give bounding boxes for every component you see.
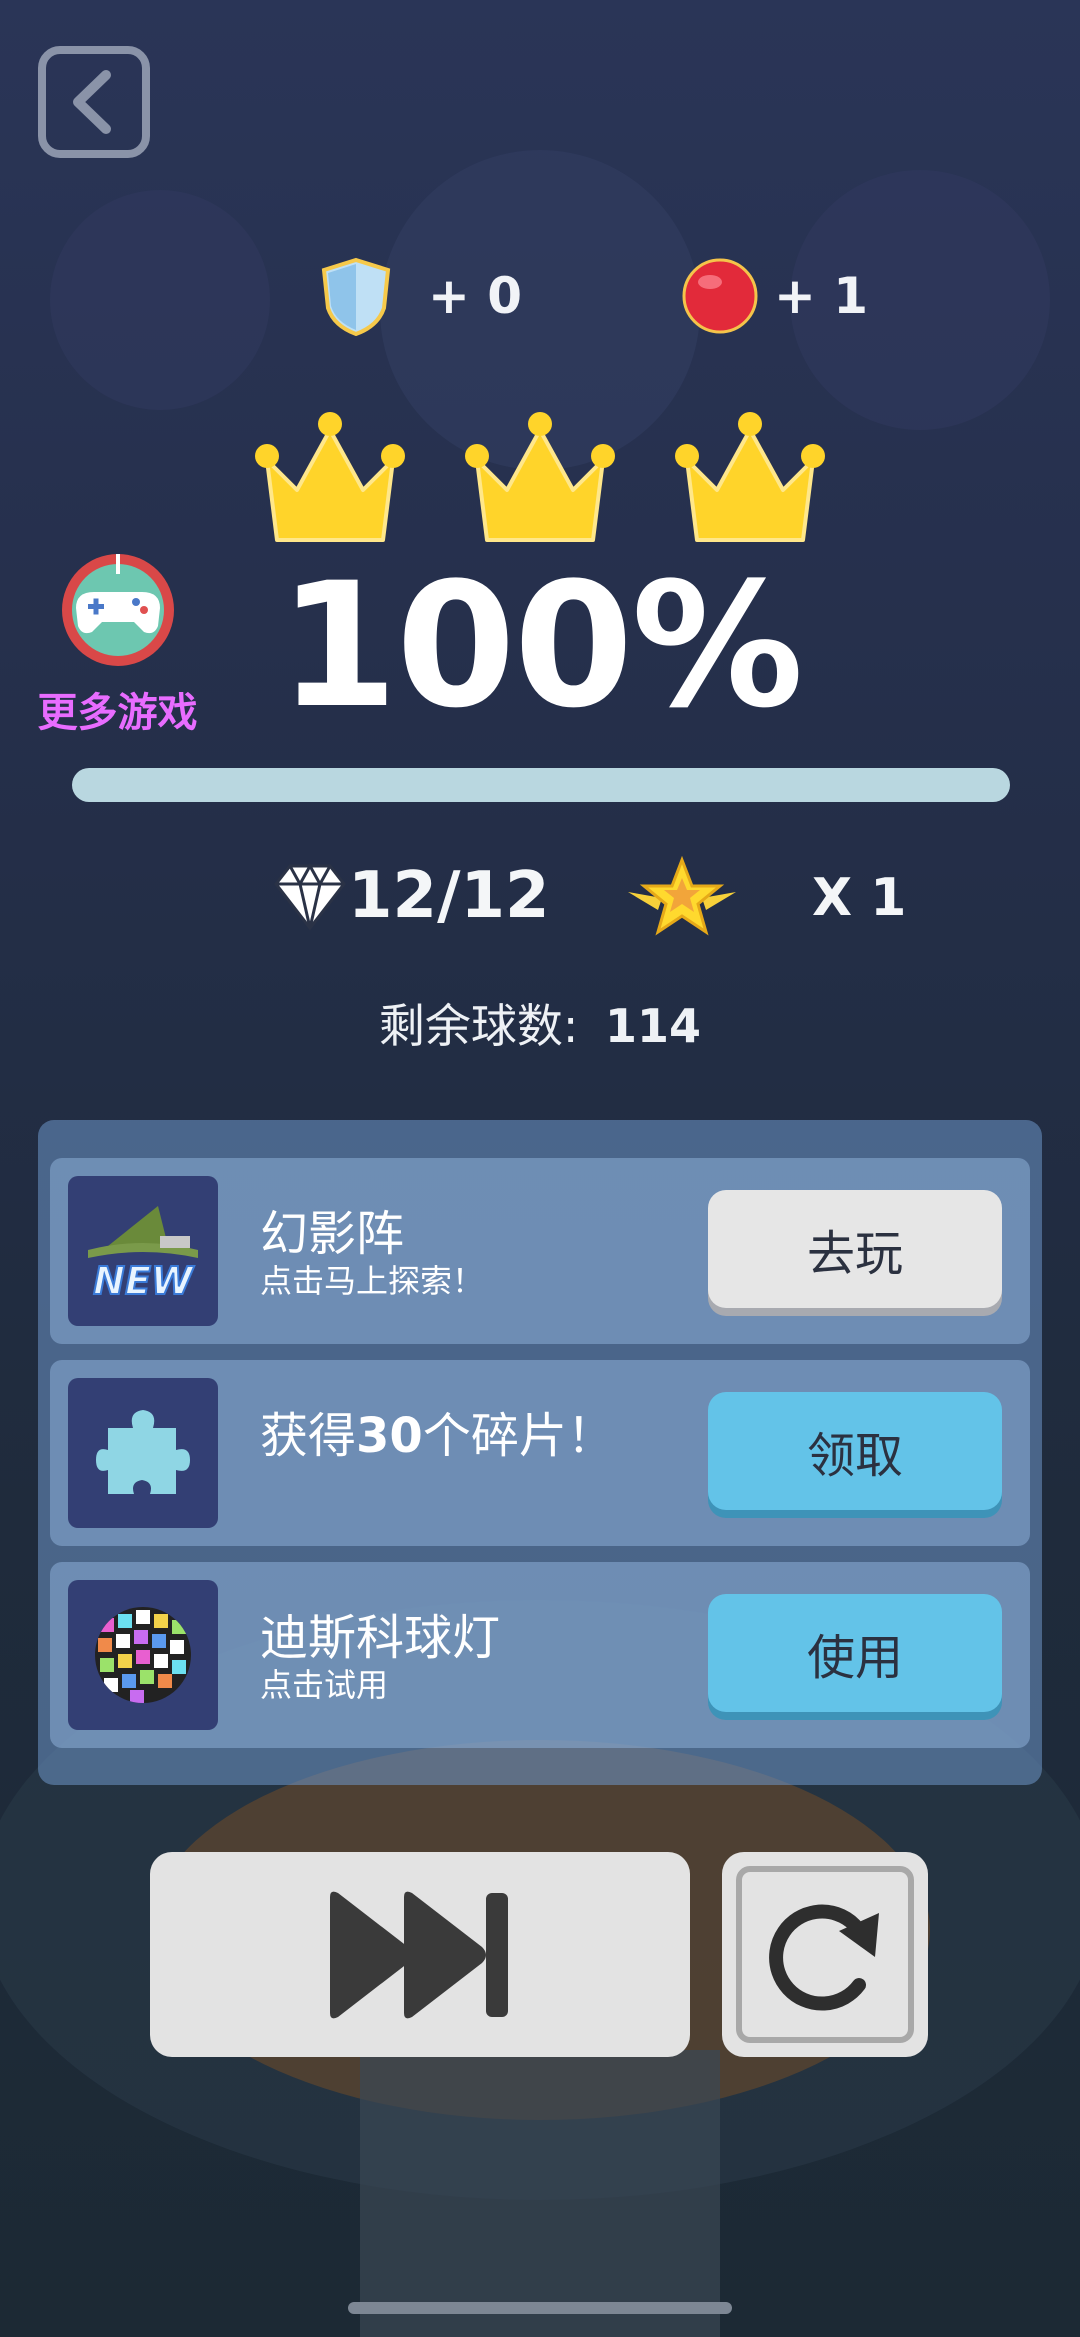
task-item: NEW 幻影阵 点击马上探索！ 去玩 — [50, 1158, 1030, 1344]
task-item: 迪斯科球灯 点击试用 使用 — [50, 1562, 1030, 1748]
home-indicator — [348, 2302, 732, 2314]
red-ball-icon — [682, 258, 758, 334]
remaining-label: 剩余球数: — [378, 999, 579, 1053]
svg-text:NEW: NEW — [93, 1259, 195, 1303]
task-title: 迪斯科球灯 — [260, 1610, 501, 1666]
remaining-balls: 剩余球数: 114 — [0, 990, 1080, 1056]
more-games-label: 更多游戏 — [37, 690, 198, 736]
chevron-left-icon — [73, 70, 111, 134]
replay-frame — [736, 1866, 914, 2043]
ball-count: + 1 — [774, 267, 869, 325]
claim-button[interactable]: 领取 — [708, 1392, 1002, 1510]
more-games-button[interactable]: 更多游戏 — [30, 550, 205, 738]
crown-icon — [255, 412, 405, 542]
wizard-new-icon: NEW — [68, 1176, 218, 1326]
gem-count: 12/12 — [348, 859, 550, 933]
disco-ball-icon — [68, 1580, 218, 1730]
gamepad-icon — [61, 554, 174, 666]
task-subtitle: 点击马上探索！ — [260, 1262, 485, 1300]
star-bonus: X 1 — [622, 856, 906, 940]
fast-forward-icon — [330, 1891, 508, 2018]
crown-icon — [465, 412, 615, 542]
task-title: 获得30个碎片！ — [260, 1408, 615, 1464]
star-multiplier: X 1 — [812, 868, 907, 928]
task-panel: NEW 幻影阵 点击马上探索！ 去玩 获得30个碎片！ 领取 迪斯科球灯 点击试… — [38, 1120, 1042, 1785]
play-button[interactable]: 去玩 — [708, 1190, 1002, 1308]
puzzle-piece-icon — [68, 1378, 218, 1528]
remaining-value: 114 — [605, 999, 702, 1053]
crown-rating — [255, 410, 825, 550]
back-button[interactable] — [38, 46, 150, 158]
winged-star-icon — [628, 856, 736, 936]
shield-reward: + 0 — [318, 256, 522, 336]
skip-level-button[interactable] — [150, 1852, 690, 2057]
diamond-icon — [274, 862, 346, 931]
ball-reward: + 1 — [680, 256, 868, 336]
gem-counter: 12/12 — [272, 858, 550, 934]
shield-count: + 0 — [428, 267, 523, 325]
task-item: 获得30个碎片！ 领取 — [50, 1360, 1030, 1546]
task-subtitle: 点击试用 — [260, 1666, 389, 1704]
progress-bar — [72, 768, 1010, 802]
task-title: 幻影阵 — [260, 1206, 405, 1262]
replay-button[interactable] — [722, 1852, 928, 2057]
use-button[interactable]: 使用 — [708, 1594, 1002, 1712]
crown-icon — [675, 412, 825, 542]
shield-icon — [321, 257, 391, 336]
